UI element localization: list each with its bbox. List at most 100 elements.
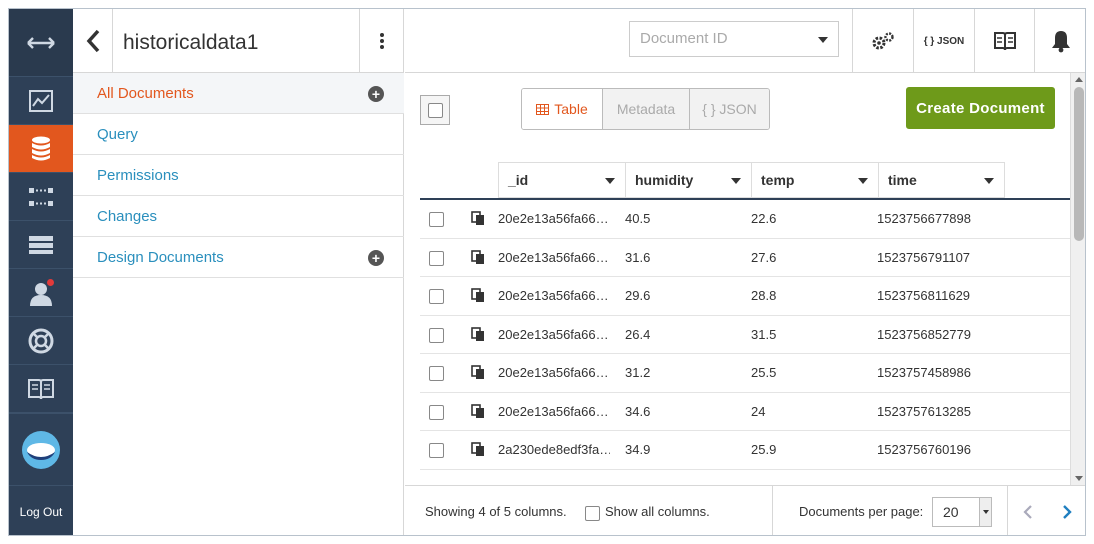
server-config-icon[interactable] [9,221,73,269]
table-cell-time: 1523756852779 [877,326,971,342]
column-header-time[interactable]: time [878,162,1005,198]
sidebar-item-label: Query [97,125,138,143]
row-checkbox[interactable] [429,404,444,420]
copy-icon[interactable] [471,403,485,419]
chevron-down-icon [731,178,741,184]
table-row[interactable]: 20e2e13a56fa66… 34.6 24 1523757613285 [420,393,1070,431]
table-cell-humidity: 31.6 [625,249,651,265]
documents-table-body: 20e2e13a56fa66… 40.5 22.6 1523756677898 20e2… [420,200,1070,470]
select-all-checkbox[interactable] [420,95,450,125]
spinner-arrow[interactable] [979,498,991,526]
table-cell-id: 20e2e13a56fa66… [498,249,609,265]
tab-metadata[interactable]: Metadata [603,89,690,129]
column-header-humidity[interactable]: humidity [625,162,751,198]
table-cell-humidity: 31.2 [625,365,651,380]
table-cell-temp: 25.9 [751,442,777,457]
chevron-left-icon [86,29,99,53]
vertical-scrollbar[interactable] [1070,73,1085,485]
table-cell-id: 2a230ede8edf3fa… [498,442,610,457]
copy-icon[interactable] [471,249,485,265]
previous-page-button[interactable] [1008,486,1048,535]
table-row[interactable]: 20e2e13a56fa66… 31.2 25.5 1523757458986 [420,354,1070,393]
show-all-columns-label[interactable]: Show all columns. [605,486,710,535]
create-document-button[interactable]: Create Document [906,87,1055,129]
table-cell-humidity: 26.4 [625,326,651,342]
document-id-dropdown[interactable]: Document ID [629,21,839,57]
logout-button[interactable]: Log Out [9,485,73,535]
tab-label: { } JSON [702,101,757,117]
app-window: Log Out historicaldata1 All Documents + … [8,8,1086,536]
copy-icon[interactable] [471,365,485,380]
scrollbar-thumb[interactable] [1074,87,1084,241]
notification-bell-icon[interactable] [1034,9,1085,73]
document-id-placeholder: Document ID [640,30,728,47]
divider [772,486,773,535]
table-row[interactable]: 20e2e13a56fa66… 29.6 28.8 1523756811629 [420,277,1070,316]
table-cell-humidity: 34.9 [625,442,651,457]
chevron-left-icon [1023,505,1032,519]
add-icon[interactable]: + [368,86,384,102]
more-options-icon[interactable] [359,9,404,73]
column-label: _id [508,172,529,188]
table-row[interactable]: 20e2e13a56fa66… 31.6 27.6 1523756791107 [420,239,1070,277]
table-cell-time: 1523756811629 [877,288,971,303]
documents-panel: Table Metadata { } JSON Create Document … [405,73,1085,485]
table-cell-humidity: 34.6 [625,403,651,419]
column-label: time [888,172,917,188]
copy-icon[interactable] [471,211,485,226]
scroll-down-icon[interactable] [1075,476,1083,481]
table-footer: Showing 4 of 5 columns. Show all columns… [405,485,1085,535]
database-icon[interactable] [9,125,73,173]
copy-icon[interactable] [471,288,485,303]
settings-gears-icon[interactable] [852,9,913,73]
database-sidebar: historicaldata1 All Documents + Query Pe… [73,9,404,535]
back-button[interactable] [73,9,113,73]
tab-table[interactable]: Table [522,89,603,129]
sidebar-item-changes[interactable]: Changes [73,196,404,237]
table-row[interactable]: 20e2e13a56fa66… 26.4 31.5 1523756852779 [420,316,1070,354]
chevron-right-icon [1063,505,1072,519]
row-checkbox[interactable] [429,289,444,304]
table-cell-id: 20e2e13a56fa66… [498,211,609,226]
sidebar-item-design-documents[interactable]: Design Documents + [73,237,404,278]
row-checkbox[interactable] [429,443,444,458]
sidebar-item-all-documents[interactable]: All Documents + [73,73,404,114]
documentation-book-icon[interactable] [9,365,73,413]
table-cell-temp: 27.6 [751,249,777,265]
sidebar-item-label: Changes [97,207,158,225]
expand-arrows-icon[interactable] [9,9,73,77]
support-lifebuoy-icon[interactable] [9,317,73,365]
row-checkbox[interactable] [429,366,444,381]
tab-label: Metadata [616,101,676,117]
api-json-button[interactable]: { } JSON [913,9,974,73]
table-cell-temp: 22.6 [751,211,777,226]
table-cell-time: 1523757458986 [877,365,971,380]
sidebar-item-permissions[interactable]: Permissions [73,155,404,196]
column-label: humidity [635,172,694,188]
column-header-temp[interactable]: temp [751,162,878,198]
cloudant-logo[interactable] [9,413,73,485]
sidebar-item-query[interactable]: Query [73,114,404,155]
activity-chart-icon[interactable] [9,77,73,125]
next-page-button[interactable] [1047,486,1085,535]
copy-icon[interactable] [471,326,485,342]
tab-json[interactable]: { } JSON [690,89,769,129]
user-icon[interactable] [9,269,73,317]
per-page-value: 20 [943,504,959,520]
copy-icon[interactable] [471,442,485,457]
documentation-book-icon[interactable] [974,9,1034,73]
column-header-id[interactable]: _id [498,162,625,198]
chevron-down-icon [818,37,828,43]
row-checkbox[interactable] [429,250,444,266]
view-toggle: Table Metadata { } JSON [521,88,770,130]
table-row[interactable]: 20e2e13a56fa66… 40.5 22.6 1523756677898 [420,200,1070,239]
per-page-select[interactable]: 20 [932,497,992,527]
row-checkbox[interactable] [429,327,444,343]
table-row[interactable]: 2a230ede8edf3fa… 34.9 25.9 1523756760196 [420,431,1070,470]
per-page-label: Documents per page: [799,504,924,519]
replication-icon[interactable] [9,173,73,221]
row-checkbox[interactable] [429,212,444,227]
add-icon[interactable]: + [368,250,384,266]
show-all-columns-checkbox[interactable] [585,506,600,521]
scroll-up-icon[interactable] [1075,77,1083,82]
